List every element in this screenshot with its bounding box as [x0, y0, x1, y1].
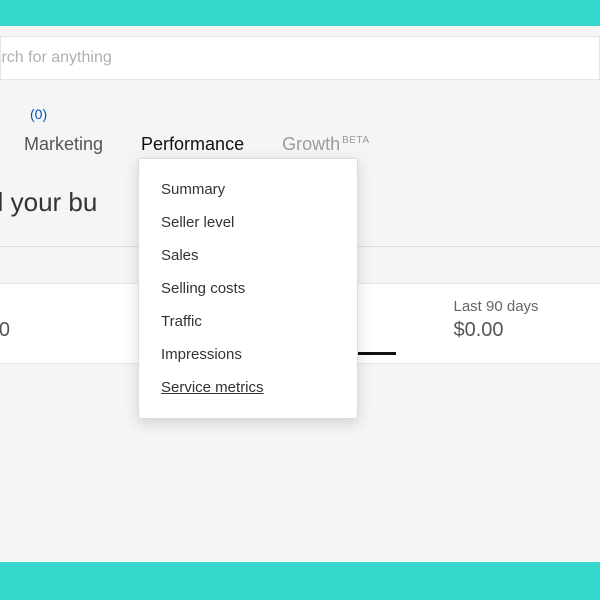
metric-today[interactable]: Today $0.00 — [0, 298, 107, 345]
dropdown-item-impressions[interactable]: Impressions — [139, 338, 357, 371]
metric-value: $0.00 — [0, 319, 89, 342]
search-bar — [0, 36, 600, 80]
dropdown-item-service-metrics[interactable]: Service metrics — [139, 371, 357, 404]
metric-value: $0.00 — [454, 319, 583, 342]
dropdown-item-summary[interactable]: Summary — [139, 173, 357, 206]
performance-dropdown: SummarySeller levelSalesSelling costsTra… — [138, 158, 358, 419]
search-input[interactable] — [1, 37, 599, 79]
tab-marketing[interactable]: Marketing — [24, 134, 117, 165]
dropdown-item-sales[interactable]: Sales — [139, 239, 357, 272]
dropdown-item-selling-costs[interactable]: Selling costs — [139, 272, 357, 305]
item-count-link[interactable]: (0) — [24, 106, 47, 122]
tab-growth-label: Growth — [282, 134, 340, 154]
beta-badge: BETA — [342, 135, 369, 146]
metric-label: Today — [0, 298, 89, 315]
dropdown-item-traffic[interactable]: Traffic — [139, 305, 357, 338]
metric-90days[interactable]: Last 90 days $0.00 — [436, 298, 600, 345]
dropdown-item-seller-level[interactable]: Seller level — [139, 206, 357, 239]
metric-label: Last 90 days — [454, 298, 583, 315]
